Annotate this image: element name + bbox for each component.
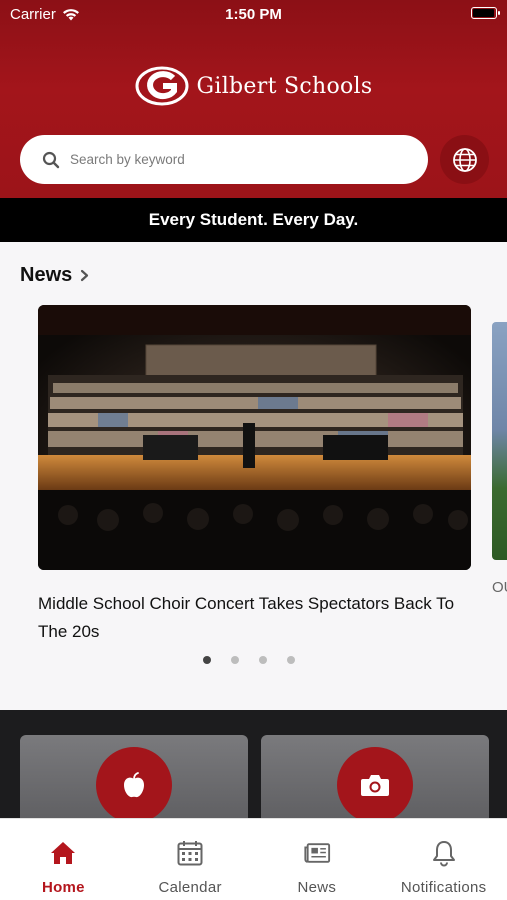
language-button[interactable] [440,135,489,184]
home-icon [51,842,76,864]
tab-news[interactable]: News [254,819,381,900]
bell-icon [432,841,455,867]
search-input[interactable] [70,152,390,167]
page-indicator[interactable] [0,656,507,664]
next-news-headline-preview: OU Ca [492,579,507,596]
tab-label: Home [41,879,85,896]
search-bar[interactable] [20,135,428,184]
quick-link-tile-apple[interactable] [20,735,248,825]
calendar-icon [177,841,203,866]
news-card[interactable]: Middle School Choir Concert Takes Specta… [38,305,471,646]
tab-bar: Home Calendar News Notifications [0,818,507,900]
app-header: Carrier 1:50 PM Gilbert Schools [0,0,507,198]
page-dot[interactable] [230,656,239,664]
news-headline[interactable]: Middle School Choir Concert Takes Specta… [38,590,471,646]
school-logo: Gilbert Schools [0,66,507,106]
chevron-right-icon [81,269,89,282]
tab-label: Notifications [400,879,487,896]
globe-icon [452,147,477,172]
quick-link-button[interactable] [96,747,172,823]
tab-home[interactable]: Home [0,819,127,900]
status-bar: Carrier 1:50 PM [0,0,507,30]
tab-calendar[interactable]: Calendar [127,819,254,900]
tagline-banner: Every Student. Every Day. [0,198,507,242]
tab-notifications[interactable]: Notifications [380,819,507,900]
gilbert-g-logo-icon [135,66,188,106]
quick-link-button[interactable] [337,747,413,823]
page-dot[interactable] [258,656,267,664]
logo-text: Gilbert Schools [196,73,373,99]
camera-icon [361,775,389,796]
page-dot[interactable] [286,656,295,664]
news-image [38,305,471,570]
news-title: News [20,264,73,286]
quick-link-tile-camera[interactable] [261,735,489,825]
next-news-card-preview[interactable] [492,322,507,560]
battery-icon [471,7,500,19]
newspaper-icon [304,843,330,863]
tab-label: News [297,879,337,896]
page-dot[interactable] [202,656,211,664]
search-icon [42,151,60,168]
apple-icon [124,772,144,798]
status-time: 1:50 PM [225,6,282,23]
quick-links-section [0,710,507,825]
tab-label: Calendar [158,879,222,896]
news-section-header[interactable]: News [20,264,89,287]
news-section: News Middle School Choir Concert Takes S… [0,242,507,712]
